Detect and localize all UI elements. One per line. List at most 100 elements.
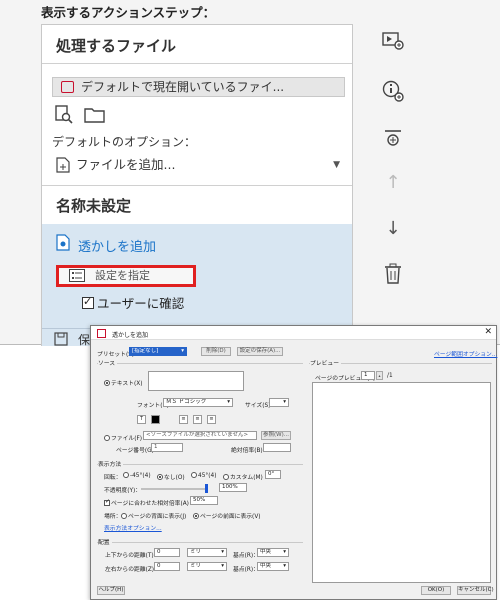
opacity-slider-track[interactable] xyxy=(141,488,207,490)
dialog-title: 透かしを追加 xyxy=(112,332,149,339)
relative-scale-input[interactable]: 50% xyxy=(190,496,218,505)
align-center-button[interactable]: ≡ xyxy=(193,415,202,424)
appearance-options-link[interactable]: 表示方法オプション... xyxy=(104,523,162,532)
align-left-button[interactable]: ≡ xyxy=(179,415,188,424)
text-radio-row[interactable]: テキスト(X) xyxy=(104,378,143,387)
relative-scale-label: ページに合わせた相対倍率(A) xyxy=(111,501,189,507)
close-icon[interactable]: ✕ xyxy=(484,327,492,337)
watermark-text-input[interactable] xyxy=(148,371,244,391)
save-icon xyxy=(54,331,68,346)
underline-button[interactable]: T xyxy=(137,415,146,424)
source-label: ソース xyxy=(98,358,118,367)
horizontal-from-select[interactable]: 中央 ▾ xyxy=(257,562,289,571)
move-down-icon[interactable]: ↓ xyxy=(382,218,404,240)
delete-icon[interactable] xyxy=(382,263,404,285)
rotation-custom-row[interactable]: カスタム(M) xyxy=(223,472,263,481)
size-select[interactable]: ▾ xyxy=(269,398,289,407)
horizontal-unit-select[interactable]: ミリ ▾ xyxy=(187,562,227,571)
relative-scale-row[interactable]: ページに合わせた相対倍率(A) xyxy=(104,498,189,507)
rotation-custom-input[interactable]: 0° xyxy=(265,470,281,479)
action-wizard-panel: 表示するアクションステップ： 処理するファイル デフォルトで現在開いているファイ… xyxy=(0,0,500,347)
browse-button[interactable]: 参照(W)... xyxy=(261,431,291,440)
add-panel-separator-icon[interactable] xyxy=(382,128,404,150)
opacity-label: 不透明度(Y)： xyxy=(104,488,142,494)
prompt-user-checkbox[interactable] xyxy=(82,295,94,309)
file-radio[interactable] xyxy=(104,435,110,441)
font-select[interactable]: ＭＳ Ｐゴシック ▾ xyxy=(163,398,233,407)
chevron-down-icon: ▾ xyxy=(283,549,286,555)
folder-icon[interactable] xyxy=(84,106,106,124)
chevron-down-icon: ▾ xyxy=(227,399,230,405)
delete-preset-button[interactable]: 削除(D) xyxy=(201,347,231,356)
behind-page-row[interactable]: ページの背面に表示(J) xyxy=(121,511,186,520)
add-watermark-dialog: 透かしを追加 ✕ プリセット(S)： [指定なし] ▾ 削除(D) 設定の保存(A… xyxy=(90,325,497,600)
source-group xyxy=(97,363,303,364)
help-button[interactable]: ヘルプ(H) xyxy=(97,586,125,595)
save-preset-button[interactable]: 設定の保存(A)... xyxy=(237,347,283,356)
add-file-dropdown[interactable]: ファイルを追加... ▼ xyxy=(56,155,346,175)
rotation-m45-row[interactable]: -45°(4) xyxy=(123,472,151,479)
untitled-section-title: 名称未設定 xyxy=(56,197,132,215)
rotation-none-row[interactable]: なし(O) xyxy=(157,472,185,481)
divider xyxy=(42,63,352,64)
default-options-label: デフォルトのオプション： xyxy=(52,135,197,149)
specify-settings-button[interactable]: 設定を指定 xyxy=(56,265,196,287)
text-radio[interactable] xyxy=(104,380,110,386)
add-tool-icon[interactable] xyxy=(382,30,404,52)
add-file-label: ファイルを追加... xyxy=(76,157,176,172)
ok-button[interactable]: OK(O) xyxy=(421,586,451,595)
pdf-icon xyxy=(61,81,74,93)
preset-select[interactable]: [指定なし] ▾ xyxy=(129,347,187,356)
vertical-from-label: 基点(R)： xyxy=(233,553,259,559)
prompt-user-label: ユーザーに確認 xyxy=(97,296,185,311)
chevron-down-icon: ▾ xyxy=(181,348,184,354)
move-up-icon[interactable]: ↑ xyxy=(382,172,404,194)
front-page-row[interactable]: ページの前面に表示(V) xyxy=(193,511,261,520)
opacity-input[interactable]: 100% xyxy=(219,483,247,492)
settings-list-icon xyxy=(69,269,85,282)
search-document-icon[interactable] xyxy=(54,105,74,125)
opacity-slider-thumb[interactable] xyxy=(205,484,208,493)
preview-page-spinner[interactable]: ▴ xyxy=(376,371,383,380)
vertical-distance-input[interactable]: 0 xyxy=(154,548,180,557)
rotation-none-radio[interactable] xyxy=(157,474,163,480)
page-range-options-link[interactable]: ページ範囲オプション... xyxy=(434,349,497,358)
rotation-custom-label: カスタム(M) xyxy=(230,475,263,481)
rotation-45-radio[interactable] xyxy=(191,472,197,478)
horizontal-distance-input[interactable]: 0 xyxy=(154,562,180,571)
files-section-title: 処理するファイル xyxy=(56,37,177,55)
preview-canvas xyxy=(312,382,491,583)
cancel-button[interactable]: キャンセル(C) xyxy=(457,586,494,595)
text-color-swatch[interactable] xyxy=(151,415,160,424)
location-label: 場所： xyxy=(104,514,122,520)
vertical-from-select[interactable]: 中央 ▾ xyxy=(257,548,289,557)
file-radio-row[interactable]: ファイル(F) xyxy=(104,433,142,442)
relative-scale-checkbox[interactable] xyxy=(104,498,110,506)
divider xyxy=(42,185,352,186)
horizontal-from-label: 基点(R)： xyxy=(233,567,259,573)
front-page-radio[interactable] xyxy=(193,513,199,519)
default-open-file-item[interactable]: デフォルトで現在開いているファイ... xyxy=(52,77,345,97)
preview-page-input[interactable]: 1 xyxy=(361,371,375,380)
rotation-none-label: なし(O) xyxy=(164,475,185,481)
page-number-input[interactable]: 1 xyxy=(151,443,183,452)
horizontal-distance-label: 左右からの距離(Z)： xyxy=(105,567,160,573)
watermark-step-title: 透かしを追加 xyxy=(78,240,157,255)
prompt-user-checkbox-row[interactable]: ユーザーに確認 xyxy=(82,293,184,312)
action-steps-list: 処理するファイル デフォルトで現在開いているファイ... デフォルトのオプション… xyxy=(41,24,353,347)
chevron-down-icon: ▾ xyxy=(283,563,286,569)
vertical-unit-select[interactable]: ミリ ▾ xyxy=(187,548,227,557)
rotation-custom-radio[interactable] xyxy=(223,474,229,480)
chevron-down-icon: ▾ xyxy=(221,549,224,555)
align-right-button[interactable]: ≡ xyxy=(207,415,216,424)
watermark-step-icon xyxy=(56,234,70,251)
preview-label: プレビュー xyxy=(310,358,341,367)
appearance-group xyxy=(97,464,303,465)
add-instruction-icon[interactable] xyxy=(382,80,404,102)
behind-page-radio[interactable] xyxy=(121,513,127,519)
rotation-m45-radio[interactable] xyxy=(123,472,129,478)
absolute-scale-input[interactable] xyxy=(263,443,291,452)
source-file-field[interactable]: <ソースファイルが選択されていません> xyxy=(143,431,257,440)
rotation-45-row[interactable]: 45°(4) xyxy=(191,472,217,479)
appearance-label: 表示方法 xyxy=(98,459,124,468)
